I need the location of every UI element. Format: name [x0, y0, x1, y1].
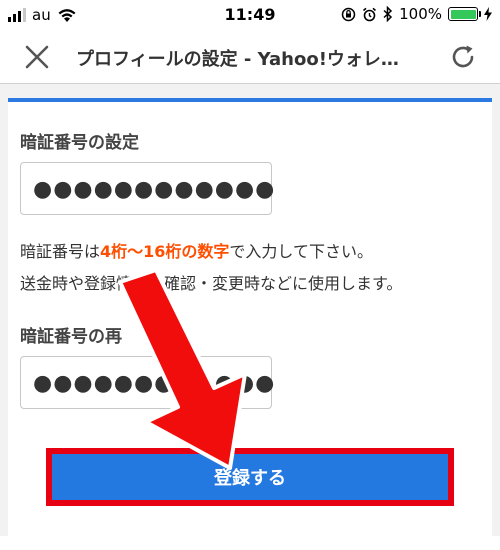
page-title: プロフィールの設定 - Yahoo!ウォレ…	[76, 49, 399, 70]
pin-confirm-input[interactable]: ●●●●●●●●●●●●	[20, 356, 274, 409]
battery-percent: 100%	[399, 5, 442, 23]
status-right: 100%	[341, 5, 492, 23]
status-bar: au 11:49 100%	[0, 0, 500, 30]
pin-hint-prefix: 暗証番号は	[20, 242, 101, 261]
pin-hint-suffix: で入力して下さい。	[229, 242, 373, 261]
content-area: 暗証番号の設定 ●●●●●●●●●●●● 暗証番号は4桁〜16桁の数字で入力して…	[0, 84, 500, 550]
profile-form: 暗証番号の設定 ●●●●●●●●●●●● 暗証番号は4桁〜16桁の数字で入力して…	[8, 98, 492, 550]
pin-hint: 暗証番号は4桁〜16桁の数字で入力して下さい。	[20, 238, 373, 262]
alarm-icon	[363, 7, 377, 21]
pin-usage-note: 送金時や登録情報の確認・変更時などに使用します。	[20, 274, 403, 293]
charging-icon	[484, 7, 492, 21]
pin-hint-strong: 4桁〜16桁の数字	[100, 242, 230, 261]
nav-bar: プロフィールの設定 - Yahoo!ウォレ…	[0, 30, 500, 84]
register-button-label: 登録する	[52, 454, 448, 500]
register-button[interactable]: 登録する	[46, 448, 454, 506]
pin-confirm-label: 暗証番号の再	[20, 327, 122, 347]
close-icon[interactable]	[22, 42, 52, 72]
reload-icon[interactable]	[448, 42, 478, 72]
pin-label: 暗証番号の設定	[20, 133, 139, 153]
bluetooth-icon	[383, 6, 393, 22]
battery-icon	[448, 7, 481, 21]
pin-input[interactable]: ●●●●●●●●●●●●	[20, 162, 274, 215]
orientation-lock-icon	[341, 7, 356, 21]
